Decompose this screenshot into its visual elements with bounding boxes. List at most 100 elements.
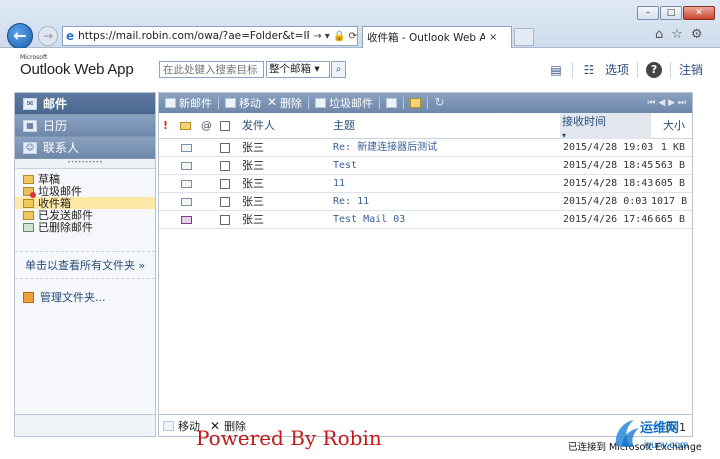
search-input[interactable]	[159, 61, 264, 78]
message-checkbox[interactable]	[220, 143, 230, 153]
options-icon[interactable]: ☷	[581, 62, 597, 78]
page-number-input[interactable]: 1	[679, 421, 686, 434]
message-received: 2015/4/28 18:45	[563, 160, 654, 171]
message-row[interactable]: 张三 Re: 11 2015/4/28 0:03 1017 B	[159, 193, 692, 211]
message-checkbox[interactable]	[220, 179, 230, 189]
new-mail-label: 新邮件	[179, 97, 212, 110]
toolbar-divider	[379, 97, 380, 109]
manage-folders-icon	[23, 291, 34, 303]
browser-chrome: – □ ✕ ← → e https://mail.robin.com/owa/?…	[0, 0, 720, 49]
message-size: 563 B	[654, 160, 685, 171]
sent-folder-icon	[23, 210, 34, 220]
site-watermark-url: iyunv.com	[644, 440, 689, 451]
window-minimize-button[interactable]: –	[637, 6, 659, 20]
folder-list: 草稿 垃圾邮件 收件箱 已发送邮件 已删除邮件	[15, 169, 155, 234]
help-icon[interactable]: ?	[646, 61, 663, 78]
address-book-icon[interactable]: ▤	[548, 62, 564, 78]
message-received: 2015/4/26 17:46	[563, 214, 654, 225]
refresh-icon[interactable]: ↻	[434, 96, 445, 108]
sign-out-link[interactable]: 注销	[679, 61, 703, 78]
address-tools-icons[interactable]: → ▾ 🔒 ⟳	[313, 31, 357, 42]
url-text[interactable]: https://mail.robin.com/owa/?ae=Folder&t=…	[78, 30, 309, 42]
address-bar[interactable]: e https://mail.robin.com/owa/?ae=Folder&…	[62, 26, 358, 46]
mark-read-envelope-icon[interactable]	[410, 98, 421, 108]
tab-title: 收件箱 - Outlook Web A...	[367, 32, 485, 44]
browser-tools: ⌂ ☆ ⚙	[655, 27, 703, 42]
nav-contacts[interactable]: ☺ 联系人	[15, 137, 155, 159]
favorites-star-icon[interactable]: ☆	[671, 27, 683, 42]
ie-icon: e	[66, 29, 75, 43]
home-icon[interactable]: ⌂	[655, 27, 663, 42]
message-special-envelope-icon	[181, 216, 192, 224]
message-subject: Test Mail 03	[333, 214, 406, 225]
junk-icon	[315, 98, 326, 108]
message-subject: Re: 11	[333, 196, 370, 207]
message-size: 665 B	[654, 214, 685, 225]
nav-contacts-label: 联系人	[43, 141, 80, 155]
inbox-folder-icon	[23, 198, 34, 208]
calendar-icon: ▦	[23, 119, 37, 132]
site-watermark-logo-icon	[615, 420, 639, 447]
message-received: 2015/4/28 18:43	[563, 178, 654, 189]
pager-arrows-icon[interactable]: ⏮ ◀ ▶ ⏭	[647, 98, 686, 108]
list-column-headers: ! @ 发件人 主题 接收时间 ▾ 大小	[159, 113, 692, 140]
window-close-button[interactable]: ✕	[683, 6, 715, 20]
column-received-label: 接收时间	[562, 115, 606, 128]
back-arrow-icon[interactable]: ←	[7, 23, 33, 49]
nav-mail[interactable]: ✉ 邮件	[15, 93, 155, 115]
navigation-footer	[15, 414, 155, 436]
new-tab-button[interactable]	[514, 28, 534, 46]
new-mail-button[interactable]: 新邮件	[165, 95, 212, 111]
options-link[interactable]: 选项	[605, 61, 629, 78]
search-icon[interactable]: ⌕	[331, 61, 346, 78]
column-sender[interactable]: 发件人	[242, 113, 275, 139]
message-size: 605 B	[654, 178, 685, 189]
pane-resize-grip[interactable]: ••••••••••	[15, 159, 155, 169]
toolbar-divider	[403, 97, 404, 109]
column-importance[interactable]: !	[163, 113, 168, 139]
column-attachment[interactable]: @	[201, 113, 212, 139]
column-size[interactable]: 大小	[651, 113, 689, 139]
column-received[interactable]: 接收时间 ▾	[560, 113, 651, 140]
message-subject: Re: 新建连接器后测试	[333, 142, 438, 153]
junk-button[interactable]: 垃圾邮件	[315, 95, 373, 111]
toolbar-divider	[218, 97, 219, 109]
tab-close-icon[interactable]: ×	[489, 32, 497, 43]
site-watermark-text: 运维网	[640, 421, 680, 436]
window-maximize-button[interactable]: □	[660, 6, 682, 20]
header-divider	[637, 61, 639, 78]
reply-icon[interactable]	[386, 98, 397, 108]
nav-mail-label: 邮件	[43, 97, 68, 111]
header-tools: ▤ ☷ 选项 ? 注销	[548, 61, 703, 78]
move-button[interactable]: 移动	[225, 95, 261, 111]
nav-calendar[interactable]: ▦ 日历	[15, 115, 155, 137]
column-subject[interactable]: 主题	[333, 113, 355, 139]
forward-arrow-icon[interactable]: →	[38, 26, 58, 46]
manage-folders-link[interactable]: 管理文件夹...	[23, 289, 106, 305]
message-subject: Test	[333, 160, 358, 171]
message-received: 2015/4/28 0:03	[563, 196, 648, 207]
message-envelope-icon	[181, 198, 192, 206]
message-size: 1017 B	[651, 196, 688, 207]
message-envelope-icon	[181, 180, 192, 188]
message-received: 2015/4/28 19:03	[563, 142, 654, 153]
bottom-move-button[interactable]: 移动	[163, 418, 200, 434]
message-checkbox[interactable]	[220, 161, 230, 171]
message-checkbox[interactable]	[220, 197, 230, 207]
select-all-checkbox[interactable]	[220, 121, 230, 131]
gear-icon[interactable]: ⚙	[691, 27, 703, 42]
message-checkbox[interactable]	[220, 215, 230, 225]
message-row[interactable]: 张三 Test 2015/4/28 18:45 563 B	[159, 157, 692, 175]
search-scope-select[interactable]: 整个邮箱 ▾	[266, 61, 330, 78]
message-row[interactable]: 张三 Test Mail 03 2015/4/26 17:46 665 B	[159, 211, 692, 229]
delete-button[interactable]: ✕ 删除	[267, 95, 302, 111]
message-row[interactable]: 张三 Re: 新建连接器后测试 2015/4/28 19:03 1 KB	[159, 139, 692, 157]
folder-junk[interactable]: 垃圾邮件	[15, 185, 155, 198]
column-type-envelope-icon[interactable]	[180, 122, 191, 130]
message-row[interactable]: 张三 11 2015/4/28 18:43 605 B	[159, 175, 692, 193]
folder-drafts[interactable]: 草稿	[15, 173, 155, 186]
folder-deleted[interactable]: 已删除邮件	[15, 221, 155, 234]
header-divider	[670, 61, 672, 78]
tab-inbox[interactable]: 收件箱 - Outlook Web A... ×	[362, 26, 512, 48]
show-all-folders-link[interactable]: 单击以查看所有文件夹 »	[15, 251, 155, 279]
